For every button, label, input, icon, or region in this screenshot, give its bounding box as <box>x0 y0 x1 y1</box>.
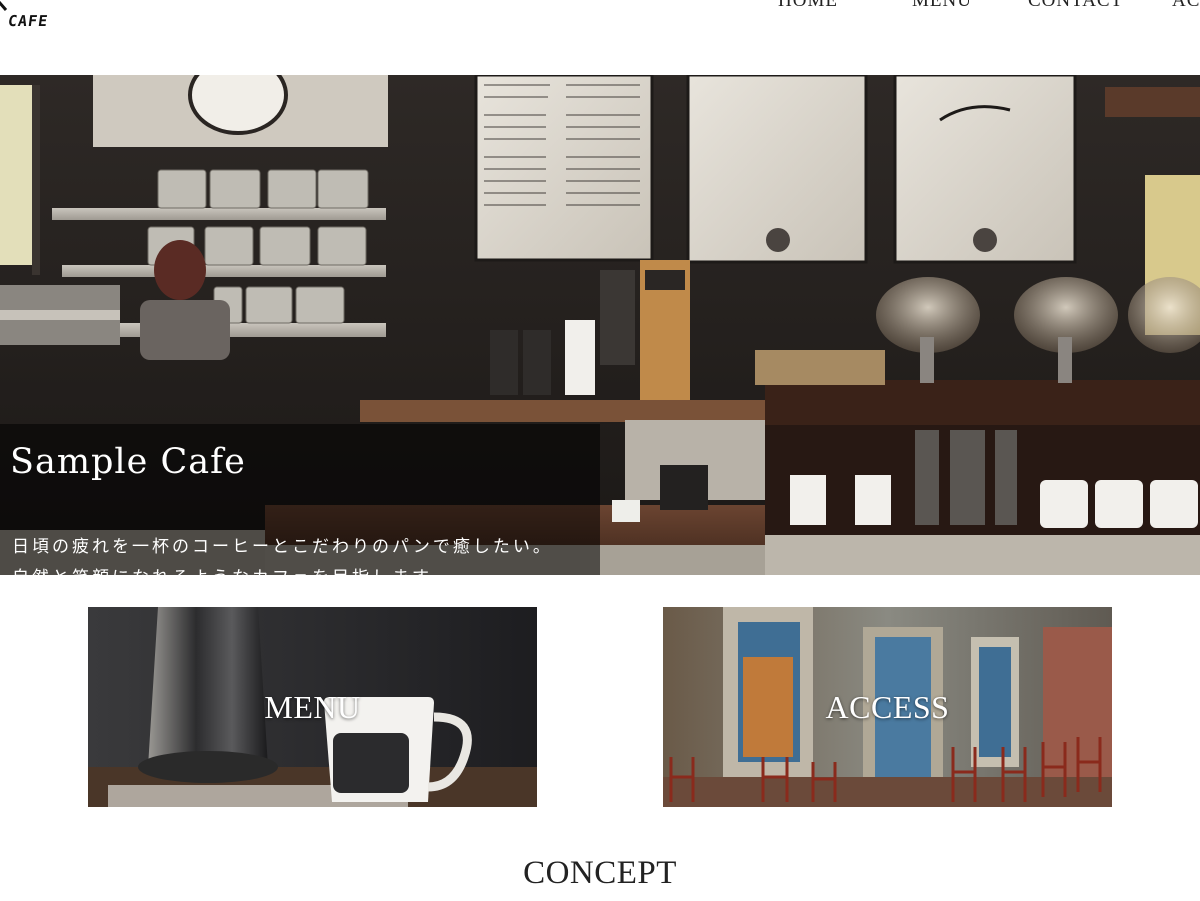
menu-card-label: MENU <box>264 688 361 725</box>
hero-section: Sample Cafe 日頃の疲れを一杯のコーヒーとこだわりのパンで癒したい。 … <box>0 75 1200 575</box>
hero-title: Sample Cafe <box>10 442 246 482</box>
nav-access[interactable]: AC <box>1172 0 1200 12</box>
hero-caption: Sample Cafe 日頃の疲れを一杯のコーヒーとこだわりのパンで癒したい。 … <box>0 424 600 575</box>
access-card[interactable]: ACCESS <box>663 607 1112 807</box>
nav-contact[interactable]: CONTACT <box>1028 0 1123 12</box>
nav-menu[interactable]: MENU <box>912 0 972 12</box>
hero-description-line-2: 自然と笑顔になれるようなカフェを目指します。 <box>12 563 450 575</box>
main-nav: HOME MENU CONTACT AC <box>0 0 1200 20</box>
nav-home[interactable]: HOME <box>778 0 838 12</box>
concept-heading: CONCEPT <box>523 855 677 891</box>
access-card-label: ACCESS <box>825 688 950 725</box>
site-header: E CAFE HOME MENU CONTACT AC <box>0 0 1200 75</box>
menu-card[interactable]: MENU <box>88 607 537 807</box>
hero-description-line-1: 日頃の疲れを一杯のコーヒーとこだわりのパンで癒したい。 <box>12 537 553 557</box>
